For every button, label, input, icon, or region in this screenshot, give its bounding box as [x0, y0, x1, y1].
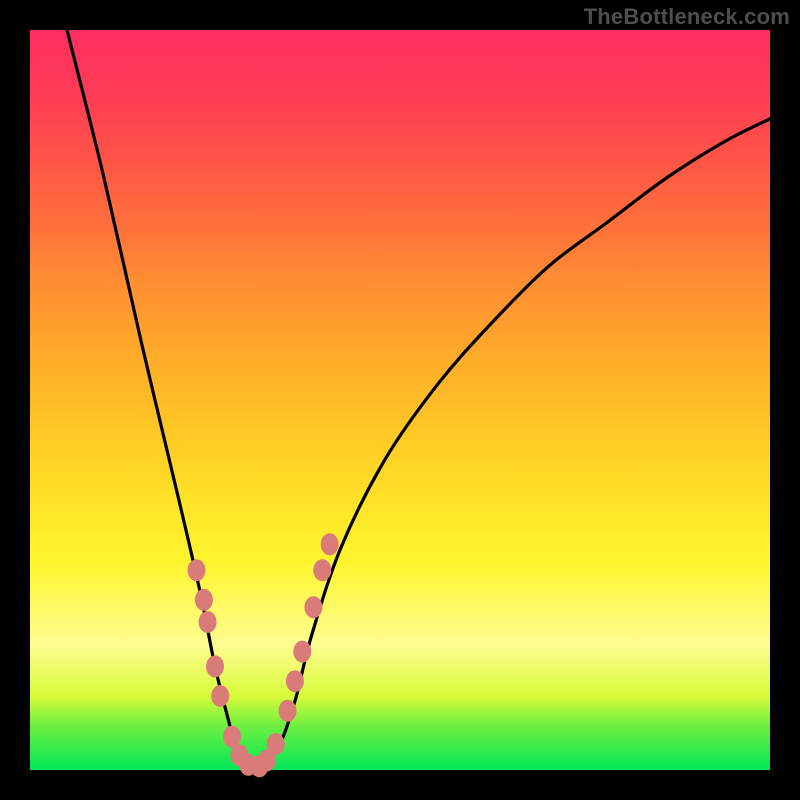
curve-marker [211, 685, 229, 707]
curve-marker [304, 596, 322, 618]
curve-marker [321, 533, 339, 555]
watermark-text: TheBottleneck.com [584, 4, 790, 30]
curve-marker [267, 733, 285, 755]
chart-stage: TheBottleneck.com [0, 0, 800, 800]
curve-marker [313, 559, 331, 581]
curve-marker [279, 700, 297, 722]
curve-layer [30, 30, 770, 770]
curve-marker [199, 611, 217, 633]
plot-area [30, 30, 770, 770]
curve-marker [293, 641, 311, 663]
marker-group [188, 533, 339, 777]
curve-marker [286, 670, 304, 692]
curve-marker [188, 559, 206, 581]
curve-marker [206, 655, 224, 677]
curve-marker [195, 589, 213, 611]
bottleneck-curve [67, 30, 770, 770]
